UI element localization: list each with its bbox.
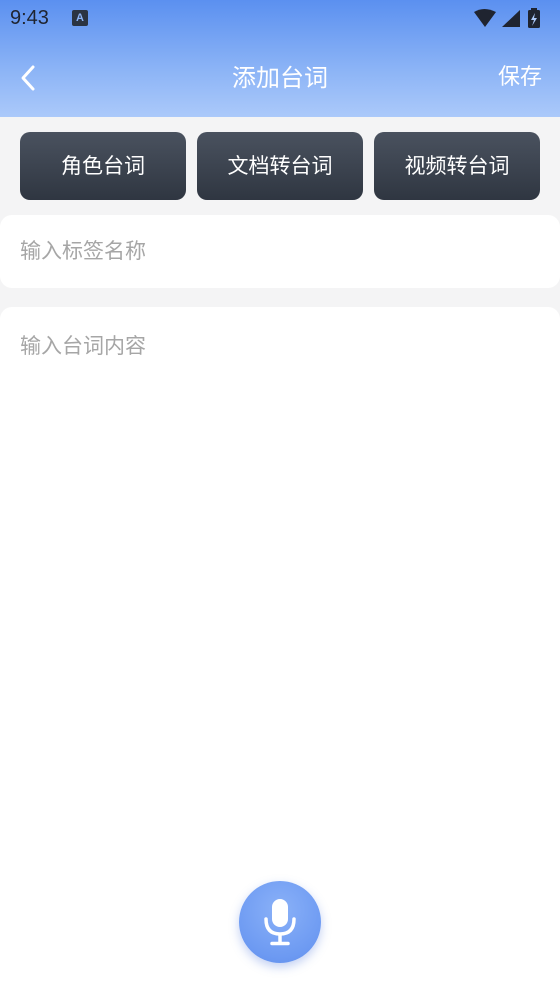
role-lines-button[interactable]: 角色台词	[20, 132, 186, 200]
status-time: 9:43	[10, 7, 49, 29]
signal-icon	[502, 10, 520, 27]
app-header: 9:43 A 添加台词 保存	[0, 0, 560, 117]
status-icons	[472, 8, 552, 30]
notification-badge-icon: A	[72, 10, 88, 26]
status-bar: 9:43 A	[0, 0, 560, 38]
nav-bar: 添加台词 保存	[0, 40, 560, 116]
save-button[interactable]: 保存	[498, 58, 542, 98]
mode-button-group: 角色台词 文档转台词 视频转台词	[20, 132, 540, 200]
chevron-left-icon	[21, 65, 35, 91]
back-button[interactable]	[8, 56, 48, 100]
voice-input-button[interactable]	[239, 881, 321, 963]
document-to-lines-button[interactable]: 文档转台词	[197, 132, 363, 200]
video-to-lines-button[interactable]: 视频转台词	[374, 132, 540, 200]
wifi-icon	[474, 9, 496, 27]
tag-name-card	[0, 215, 560, 288]
microphone-icon	[264, 899, 296, 946]
tag-name-input[interactable]	[20, 229, 540, 273]
page-title: 添加台词	[232, 64, 328, 92]
battery-charging-icon	[528, 8, 540, 28]
lines-content-input[interactable]	[20, 329, 540, 869]
